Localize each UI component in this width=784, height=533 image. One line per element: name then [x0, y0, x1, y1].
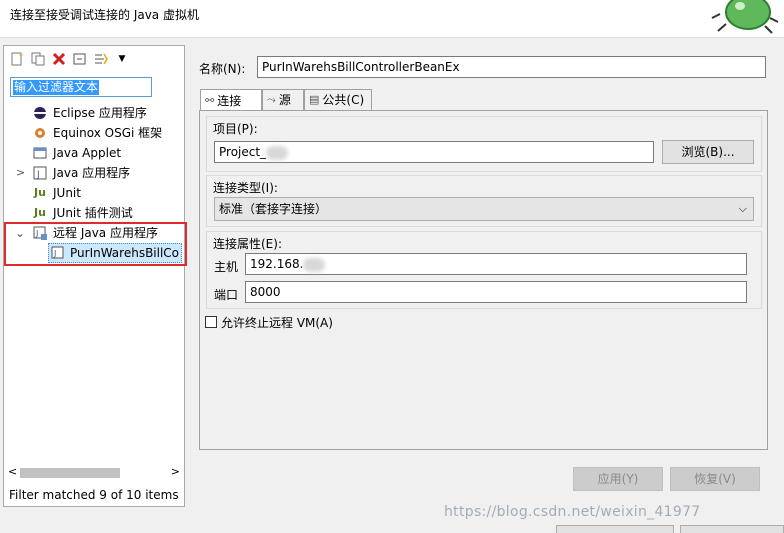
conn-props-group-title: 连接属性(E): — [213, 237, 282, 251]
tree-item-applet[interactable]: Java Applet — [32, 143, 121, 163]
filter-icon[interactable] — [92, 50, 110, 68]
tree-item-label: 远程 Java 应用程序 — [53, 226, 158, 240]
tab-content-panel: 项目(P): Project_ 浏览(B)... 连接类型(I): 标准（套接字… — [199, 110, 768, 491]
name-label: 名称(N): — [199, 62, 246, 76]
dialog-header-text: 连接至接受调试连接的 Java 虚拟机 — [10, 8, 199, 22]
chevron-right-icon[interactable]: > — [16, 166, 25, 179]
tab-label: 连接 — [217, 93, 242, 108]
svg-text:*: * — [19, 52, 23, 61]
port-input[interactable]: 8000 — [245, 281, 747, 303]
port-label: 端口 — [214, 288, 239, 302]
tree-item-label: Java 应用程序 — [53, 166, 131, 180]
eclipse-icon — [32, 105, 48, 121]
allow-terminate-checkbox[interactable] — [205, 316, 217, 328]
config-icon: J — [50, 245, 66, 261]
svg-text:J: J — [53, 249, 56, 258]
new-config-icon[interactable]: * — [8, 50, 26, 68]
scroll-right-icon[interactable]: > — [171, 465, 180, 478]
tree-item-label: JUnit — [53, 186, 81, 200]
svg-text:J: J — [36, 170, 40, 180]
chevron-down-icon[interactable]: ⌄ — [15, 226, 25, 240]
junit-plugin-icon: Ju — [34, 206, 46, 219]
tree-item-eclipse[interactable]: Eclipse 应用程序 — [32, 103, 147, 123]
apply-button[interactable]: 应用(Y) — [573, 467, 663, 491]
project-input[interactable]: Project_ — [214, 141, 654, 163]
footer-button[interactable] — [680, 525, 784, 533]
tree-item-label: Eclipse 应用程序 — [53, 106, 147, 120]
applet-icon — [32, 145, 48, 161]
conn-type-select[interactable]: 标准（套接字连接） ⌵ — [214, 197, 754, 221]
redaction-blur — [303, 257, 326, 272]
tab-label: 源 — [278, 93, 291, 107]
host-input[interactable]: 192.168. — [245, 253, 747, 275]
remote-java-icon: J — [32, 225, 48, 241]
scroll-thumb[interactable] — [20, 468, 120, 478]
project-input-text: Project_ — [219, 145, 267, 159]
conn-type-group: 连接类型(I): 标准（套接字连接） ⌵ — [206, 175, 762, 227]
footer-button[interactable] — [556, 525, 674, 533]
project-group-title: 项目(P): — [213, 122, 258, 136]
tree-toolbar: * ▼ — [8, 50, 131, 68]
dialog-header: 连接至接受调试连接的 Java 虚拟机 — [0, 0, 784, 38]
tree-item-junit[interactable]: Ju JUnit — [32, 183, 81, 203]
filter-input[interactable]: 输入过滤器文本 — [10, 77, 152, 97]
tree-item-osgi[interactable]: Equinox OSGi 框架 — [32, 123, 162, 143]
redaction-blur — [266, 145, 289, 160]
collapse-all-icon[interactable] — [71, 50, 89, 68]
project-group: 项目(P): Project_ 浏览(B)... — [206, 116, 762, 172]
connect-icon: ⚯ — [205, 93, 215, 107]
revert-button[interactable]: 恢复(V) — [670, 467, 760, 491]
tab-common[interactable]: ▤ 公共(C) — [304, 89, 372, 110]
filter-status: Filter matched 9 of 10 items — [9, 488, 179, 502]
source-icon: ⤳ — [267, 93, 276, 106]
junit-icon: Ju — [34, 186, 46, 199]
tree-item-label: Equinox OSGi 框架 — [53, 126, 163, 140]
debug-bug-icon — [711, 0, 779, 34]
svg-text:J: J — [35, 229, 38, 238]
tree-item-java-app[interactable]: J Java 应用程序 — [32, 163, 130, 183]
chevron-down-icon: ⌵ — [738, 202, 747, 215]
tree-item-label: Java Applet — [53, 146, 122, 160]
java-app-icon: J — [32, 165, 48, 181]
filter-input-text: 输入过滤器文本 — [13, 80, 100, 95]
launch-config-dialog: 连接至接受调试连接的 Java 虚拟机 * ▼ 输入过滤器文本 Eclipse … — [0, 0, 784, 533]
conn-props-group: 连接属性(E): 主机 192.168. 端口 8000 — [206, 231, 762, 309]
horizontal-scrollbar[interactable]: < > — [8, 465, 180, 480]
tree-item-label: JUnit 插件测试 — [53, 206, 133, 220]
duplicate-icon[interactable] — [29, 50, 47, 68]
common-icon: ▤ — [309, 93, 320, 106]
chevron-down-icon[interactable]: ▼ — [113, 50, 131, 68]
tree-item-label: PurInWarehsBillCo — [70, 246, 180, 260]
tab-label: 公共(C) — [322, 93, 365, 107]
allow-terminate-label: 允许终止远程 VM(A) — [221, 316, 333, 330]
name-input[interactable]: PurInWarehsBillControllerBeanEx — [257, 56, 766, 78]
tree-item-junit-plugin[interactable]: Ju JUnit 插件测试 — [32, 203, 133, 223]
config-tree-panel: * ▼ 输入过滤器文本 Eclipse 应用程序 Equinox OSGi 框架… — [3, 45, 187, 507]
scroll-left-icon[interactable]: < — [8, 465, 17, 478]
osgi-icon — [32, 125, 48, 141]
delete-icon[interactable] — [50, 50, 68, 68]
conn-type-value: 标准（套接字连接） — [219, 202, 328, 216]
tab-source[interactable]: ⤳ 源 — [262, 89, 304, 110]
watermark: https://blog.csdn.net/weixin_41977 — [444, 504, 701, 520]
conn-type-group-title: 连接类型(I): — [213, 181, 278, 195]
tree-item-purin-config[interactable]: J PurInWarehsBillCo — [50, 243, 179, 263]
tab-connect[interactable]: ⚯ 连接 — [200, 89, 262, 111]
host-input-text: 192.168. — [250, 257, 304, 271]
browse-button[interactable]: 浏览(B)... — [662, 140, 754, 164]
tree-item-remote-java[interactable]: J 远程 Java 应用程序 — [32, 223, 158, 243]
host-label: 主机 — [214, 260, 239, 274]
